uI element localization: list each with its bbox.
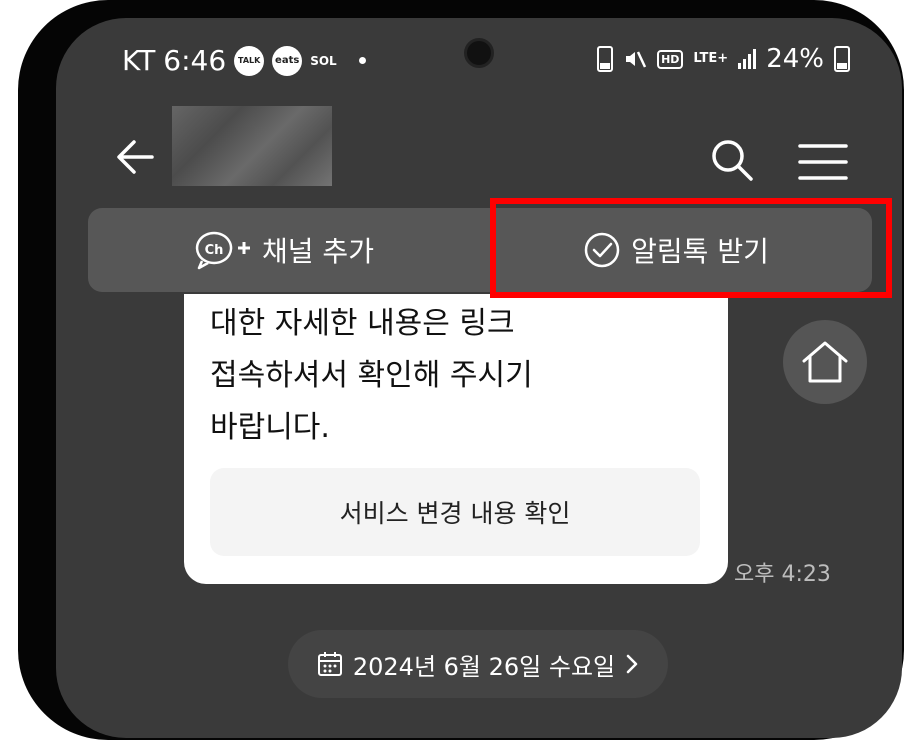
service-change-button[interactable]: 서비스 변경 내용 확인 [210,468,700,556]
back-arrow-icon[interactable] [112,134,158,180]
battery-percent: 24% [766,44,824,74]
battery-saver-icon [597,46,614,72]
chevron-right-icon [626,654,638,674]
home-button[interactable] [783,320,867,404]
phone-frame: KT 6:46 TALK eats SOL HD LTE+ 24% 대한 자세한… [18,0,904,740]
kakaotalk-notification-icon: TALK [234,45,265,76]
channel-name-blurred [172,106,332,186]
calendar-icon [317,652,342,676]
clock: 6:46 [163,44,227,77]
status-bar: KT 6:46 TALK eats SOL HD LTE+ 24% [56,18,902,104]
svg-text:Ch: Ch [205,243,224,258]
home-icon [802,341,848,383]
message-text: 대한 자세한 내용은 링크 접속하셔서 확인해 주시기 바랍니다. [210,298,533,454]
battery-icon [834,46,850,72]
network-type: LTE+ [693,51,729,66]
channel-plus-icon: Ch [195,231,251,270]
highlight-box [490,198,892,298]
status-right: HD LTE+ 24% [597,44,850,74]
status-left: KT 6:46 TALK eats SOL [122,44,366,77]
coupang-eats-notification-icon: eats [272,45,303,76]
screen: KT 6:46 TALK eats SOL HD LTE+ 24% 대한 자세한… [56,18,902,738]
message-line: 대한 자세한 내용은 링크 [210,306,515,341]
search-icon[interactable] [710,138,754,182]
message-bubble: 대한 자세한 내용은 링크 접속하셔서 확인해 주시기 바랍니다. 서비스 변경… [184,294,728,584]
signal-icon [738,49,757,69]
hamburger-menu-icon[interactable] [798,142,848,182]
message-time: 오후 4:23 [734,562,831,587]
sol-notification-icon: SOL [310,53,337,68]
date-divider[interactable]: 2024년 6월 26일 수요일 [288,630,668,698]
front-camera [464,38,494,68]
message-line: 접속하셔서 확인해 주시기 [210,358,533,393]
mute-icon [626,51,647,68]
add-channel-button[interactable]: Ch 채널 추가 [88,208,480,292]
add-channel-label: 채널 추가 [262,235,374,268]
hd-voice-icon: HD [657,49,684,69]
message-line: 바랍니다. [210,410,330,445]
date-label: 2024년 6월 26일 수요일 [352,652,616,681]
more-notifications-dot [358,57,366,64]
carrier-label: KT [122,44,156,77]
